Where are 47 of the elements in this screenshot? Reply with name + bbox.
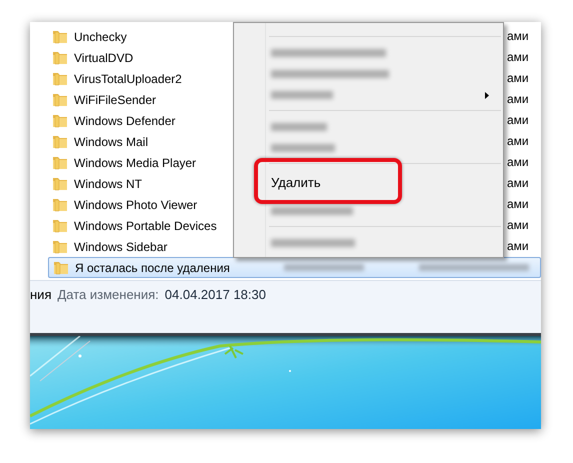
folder-icon (52, 30, 68, 44)
file-name[interactable]: VirtualDVD (74, 50, 134, 64)
folder-icon (52, 176, 68, 190)
file-type: ами (507, 134, 529, 148)
file-type: ами (507, 71, 529, 85)
blurred-menu-item[interactable] (271, 70, 389, 78)
details-label: Дата изменения: (57, 287, 159, 302)
delete-menu-item[interactable]: Удалить (271, 174, 321, 190)
blurred-menu-item[interactable] (271, 206, 353, 214)
file-name-fragment: ния (30, 287, 52, 302)
file-type: ами (507, 155, 529, 169)
folder-icon (52, 218, 68, 232)
file-name[interactable]: VirusTotalUploader2 (74, 72, 182, 86)
folder-icon (52, 92, 68, 106)
file-name[interactable]: Windows Media Player (74, 156, 196, 170)
folder-icon (52, 72, 68, 86)
details-value: 04.04.2017 18:30 (164, 287, 266, 302)
file-type: ами (507, 197, 529, 211)
file-name[interactable]: Unchecky (74, 30, 127, 44)
folder-icon (52, 50, 68, 64)
file-type: ами (507, 29, 529, 43)
folder-icon (52, 240, 68, 254)
folder-icon (52, 134, 68, 148)
file-type: ами (507, 50, 529, 64)
folder-icon (52, 156, 68, 170)
folder-icon (53, 260, 69, 274)
file-name[interactable]: Windows Mail (74, 134, 148, 148)
file-type: ами (507, 113, 529, 127)
file-row[interactable]: Я осталась после удаления (48, 257, 541, 278)
file-name[interactable]: Windows NT (74, 176, 142, 190)
file-type: ами (507, 176, 529, 190)
file-name[interactable]: Windows Sidebar (74, 240, 168, 254)
blurred-menu-item[interactable] (271, 48, 386, 56)
file-type: ами (507, 92, 529, 106)
folder-icon (52, 198, 68, 212)
file-name[interactable]: WiFiFileSender (74, 92, 156, 106)
blurred-menu-item[interactable] (271, 90, 333, 98)
file-name[interactable]: Windows Defender (74, 114, 176, 128)
blurred-menu-item[interactable] (271, 238, 355, 246)
file-type: ами (507, 239, 529, 253)
blurred-menu-item[interactable] (271, 122, 327, 130)
folder-icon (52, 114, 68, 128)
file-name[interactable]: Windows Portable Devices (74, 218, 217, 232)
submenu-arrow-icon (485, 92, 489, 99)
file-type: ами (507, 218, 529, 232)
file-name[interactable]: Windows Photo Viewer (74, 198, 198, 212)
blurred-menu-item[interactable] (271, 144, 335, 152)
